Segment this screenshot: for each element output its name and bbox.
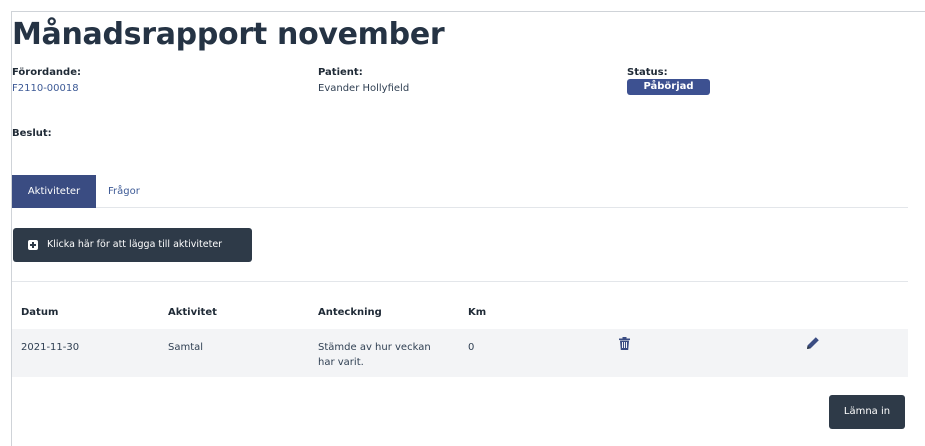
forordande-link[interactable]: F2110-00018	[12, 84, 79, 94]
status-label: Status:	[627, 67, 668, 78]
cell-aktivitet: Samtal	[168, 342, 204, 353]
add-activity-button[interactable]: Klicka här för att lägga till aktivitete…	[13, 228, 252, 262]
add-activity-label: Klicka här för att lägga till aktivitete…	[47, 239, 223, 250]
table-row	[12, 329, 908, 377]
pencil-icon[interactable]	[806, 336, 820, 350]
cell-km: 0	[468, 342, 475, 353]
column-header-datum: Datum	[21, 307, 59, 318]
cell-anteckning: Stämde av hur veckan har varit.	[318, 342, 431, 368]
column-header-aktivitet: Aktivitet	[168, 307, 217, 318]
beslut-label: Beslut:	[12, 128, 52, 139]
submit-button[interactable]: Lämna in	[829, 395, 905, 429]
trash-icon[interactable]	[619, 337, 630, 350]
tab-aktiviteter[interactable]: Aktiviteter	[12, 175, 96, 208]
patient-label: Patient:	[318, 67, 363, 78]
tab-bar: Aktiviteter Frågor	[12, 175, 908, 208]
column-header-anteckning: Anteckning	[318, 307, 382, 318]
column-header-km: Km	[468, 307, 487, 318]
forordande-label: Förordande:	[12, 67, 81, 78]
cell-datum: 2021-11-30	[21, 342, 80, 353]
patient-value: Evander Hollyfield	[318, 83, 410, 94]
status-badge: Påbörjad	[627, 79, 710, 95]
plus-square-icon	[28, 240, 38, 250]
tab-fragor[interactable]: Frågor	[108, 175, 140, 208]
divider	[12, 281, 908, 282]
page-title: Månadsrapport november	[12, 17, 445, 52]
